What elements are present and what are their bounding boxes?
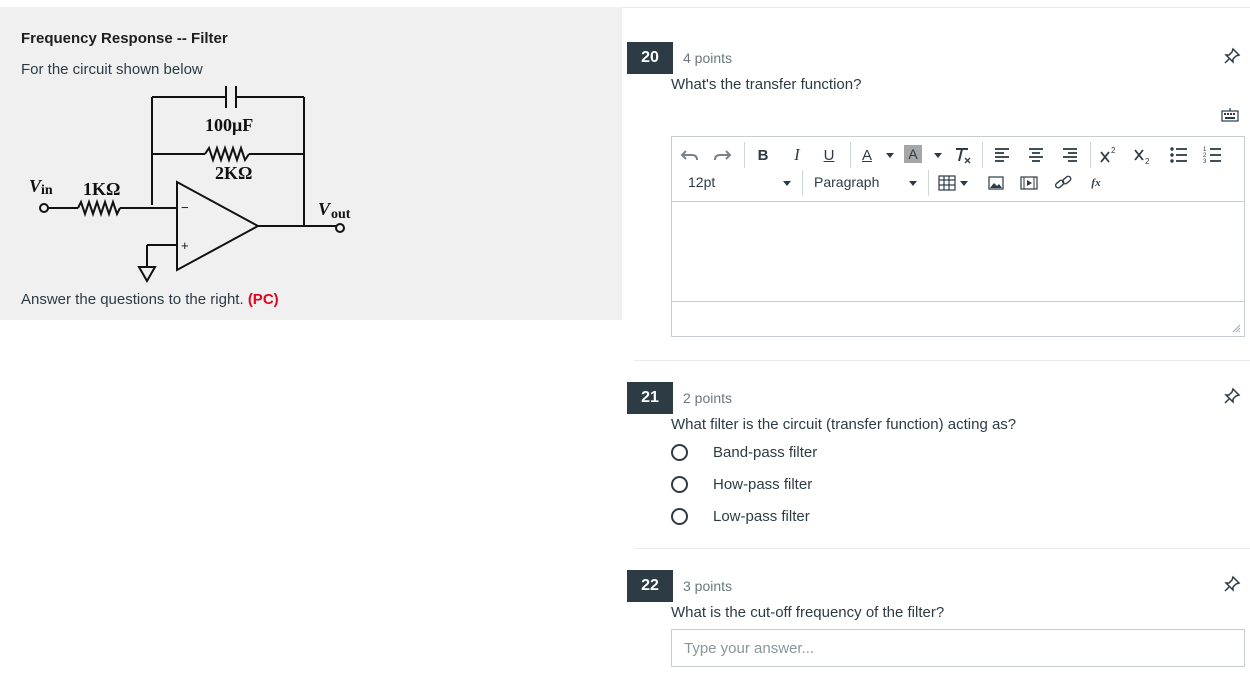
toolbar-separator xyxy=(928,170,929,196)
answer-note: Answer the questions to the right. (PC) xyxy=(21,291,279,308)
question-text: What filter is the circuit (transfer fun… xyxy=(671,416,1017,433)
svg-text:3: 3 xyxy=(1203,159,1207,165)
cap-label: 100μF xyxy=(205,115,253,135)
bold-button[interactable]: B xyxy=(752,145,774,165)
editor-body[interactable] xyxy=(672,201,1244,302)
answer-note-tag: (PC) xyxy=(247,291,279,308)
block-format-caret-icon[interactable] xyxy=(909,181,917,186)
align-right-icon[interactable] xyxy=(1060,145,1080,165)
font-size-caret-icon[interactable] xyxy=(783,181,791,186)
divider xyxy=(622,7,1250,8)
vout-sub: out xyxy=(331,207,351,222)
italic-button[interactable]: I xyxy=(786,145,808,165)
option-label[interactable]: Band-pass filter xyxy=(713,444,817,461)
rich-text-editor: B I U A A 2 2 123 12pt Paragraph fx xyxy=(671,136,1245,337)
vout-label: V xyxy=(318,199,332,219)
equation-button[interactable]: fx xyxy=(1086,175,1106,191)
plus-sign: + xyxy=(181,238,189,253)
image-icon[interactable] xyxy=(988,176,1004,190)
answer-option[interactable]: Low-pass filter xyxy=(671,504,810,528)
toolbar-separator xyxy=(802,170,803,196)
block-format-select[interactable]: Paragraph xyxy=(814,174,879,190)
question-text: What's the transfer function? xyxy=(671,76,862,93)
numbered-list-icon[interactable]: 123 xyxy=(1202,145,1224,165)
pin-icon[interactable] xyxy=(1222,574,1242,594)
bullet-list-icon[interactable] xyxy=(1168,145,1190,165)
editor-toolbar: B I U A A 2 2 123 12pt Paragraph fx xyxy=(672,137,1244,201)
divider xyxy=(634,360,1250,361)
answer-note-text: Answer the questions to the right. xyxy=(21,291,244,308)
svg-text:2: 2 xyxy=(1145,157,1150,165)
toolbar-separator xyxy=(1090,142,1091,168)
option-label[interactable]: Low-pass filter xyxy=(713,508,810,525)
table-icon[interactable] xyxy=(938,175,956,191)
question-points: 2 points xyxy=(683,390,733,406)
toolbar-separator xyxy=(850,142,851,168)
divider xyxy=(634,548,1250,549)
feedback-res-label: 2KΩ xyxy=(215,163,252,183)
question-points: 3 points xyxy=(683,578,733,594)
link-icon[interactable] xyxy=(1054,175,1072,191)
radio-button[interactable] xyxy=(671,475,688,493)
input-res-label: 1KΩ xyxy=(83,179,120,199)
bg-color-caret-icon[interactable] xyxy=(934,153,942,158)
align-left-icon[interactable] xyxy=(992,145,1012,165)
question-points: 4 points xyxy=(683,50,733,66)
question-text: What is the cut-off frequency of the fil… xyxy=(671,604,945,621)
circuit-diagram: 100μF 2KΩ 1KΩ V in V out − + xyxy=(29,86,351,284)
question-number-badge: 20 xyxy=(627,42,673,74)
minus-sign: − xyxy=(181,200,189,215)
font-color-button[interactable]: A xyxy=(856,145,878,165)
undo-icon[interactable] xyxy=(680,145,700,165)
pin-icon[interactable] xyxy=(1222,386,1242,406)
font-size-select[interactable]: 12pt xyxy=(688,174,715,190)
answer-option[interactable]: How-pass filter xyxy=(671,472,812,496)
table-caret-icon[interactable] xyxy=(960,181,968,186)
svg-text:2: 2 xyxy=(1111,146,1116,155)
bg-color-button[interactable]: A xyxy=(904,145,922,163)
toolbar-separator xyxy=(744,142,745,168)
option-label[interactable]: How-pass filter xyxy=(713,476,812,493)
radio-button[interactable] xyxy=(671,507,688,525)
superscript-icon[interactable]: 2 xyxy=(1098,145,1120,165)
media-icon[interactable] xyxy=(1020,176,1038,190)
question-number-badge: 22 xyxy=(627,570,673,602)
pin-icon[interactable] xyxy=(1222,46,1242,66)
vin-sub: in xyxy=(41,183,53,198)
question-number-badge: 21 xyxy=(627,382,673,414)
cutoff-answer-input[interactable] xyxy=(671,629,1245,667)
underline-button[interactable]: U xyxy=(818,145,840,165)
answer-option[interactable]: Band-pass filter xyxy=(671,440,817,464)
card-subtitle: For the circuit shown below xyxy=(21,61,203,78)
radio-button[interactable] xyxy=(671,443,688,461)
toolbar-separator xyxy=(982,142,983,168)
subscript-icon[interactable]: 2 xyxy=(1132,145,1154,165)
font-color-caret-icon[interactable] xyxy=(886,153,894,158)
align-center-icon[interactable] xyxy=(1026,145,1046,165)
clear-format-icon[interactable] xyxy=(952,145,972,165)
keyboard-icon[interactable] xyxy=(1221,107,1239,123)
resize-handle-icon[interactable] xyxy=(1231,323,1241,333)
card-title: Frequency Response -- Filter xyxy=(21,30,228,47)
redo-icon[interactable] xyxy=(712,145,732,165)
